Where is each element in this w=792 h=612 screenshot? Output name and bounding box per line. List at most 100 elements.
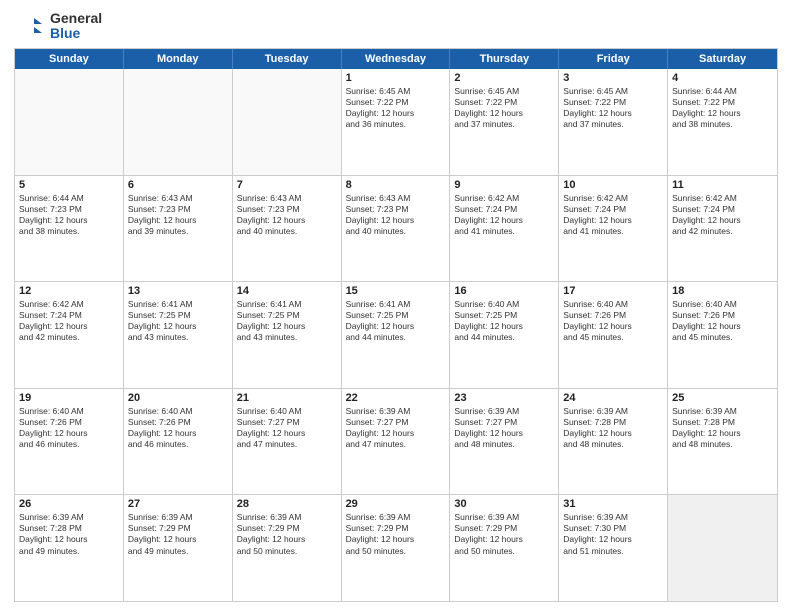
day-number: 24	[563, 392, 663, 404]
calendar-cell: 21 Sunrise: 6:40 AMSunset: 7:27 PMDayligh…	[233, 389, 342, 495]
calendar-cell: 29 Sunrise: 6:39 AMSunset: 7:29 PMDayligh…	[342, 495, 451, 601]
day-number: 4	[672, 72, 773, 84]
cell-info: Sunrise: 6:39 AMSunset: 7:28 PMDaylight:…	[19, 512, 119, 556]
cell-info: Sunrise: 6:39 AMSunset: 7:29 PMDaylight:…	[237, 512, 337, 556]
day-number: 14	[237, 285, 337, 297]
calendar-cell: 22Sunrise: 6:39 AMSunset: 7:27 PMDayligh…	[342, 389, 451, 495]
calendar-week-3: 12Sunrise: 6:42 AMSunset: 7:24 PMDayligh…	[15, 282, 777, 389]
cell-info: Sunrise: 6:41 AMSunset: 7:25 PMDaylight:…	[128, 299, 228, 343]
day-number: 11	[672, 179, 773, 191]
day-number: 18	[672, 285, 773, 297]
calendar-cell: 27Sunrise: 6:39 AMSunset: 7:29 PMDayligh…	[124, 495, 233, 601]
page: General Blue SundayMondayTuesdayWednesda…	[0, 0, 792, 612]
cell-info: Sunrise: 6:39 AMSunset: 7:28 PMDaylight:…	[672, 406, 773, 450]
logo-text: General Blue	[50, 11, 102, 42]
calendar-cell: 5Sunrise: 6:44 AMSunset: 7:23 PMDaylight…	[15, 176, 124, 282]
logo: General Blue	[14, 10, 102, 42]
calendar-week-5: 26 Sunrise: 6:39 AMSunset: 7:28 PMDayligh…	[15, 495, 777, 601]
day-number: 12	[19, 285, 119, 297]
cell-info: Sunrise: 6:39 AMSunset: 7:29 PMDaylight:…	[346, 512, 446, 556]
day-number: 16	[454, 285, 554, 297]
cell-info: Sunrise: 6:45 AMSunset: 7:22 PMDaylight:…	[346, 86, 446, 130]
calendar-week-2: 5Sunrise: 6:44 AMSunset: 7:23 PMDaylight…	[15, 176, 777, 283]
calendar-cell: 25 Sunrise: 6:39 AMSunset: 7:28 PMDayligh…	[668, 389, 777, 495]
cell-info: Sunrise: 6:42 AMSunset: 7:24 PMDaylight:…	[454, 193, 554, 237]
calendar-cell: 11 Sunrise: 6:42 AMSunset: 7:24 PMDayligh…	[668, 176, 777, 282]
cell-info: Sunrise: 6:41 AMSunset: 7:25 PMDaylight:…	[237, 299, 337, 343]
cell-info: Sunrise: 6:39 AMSunset: 7:27 PMDaylight:…	[346, 406, 446, 450]
day-header-wednesday: Wednesday	[342, 49, 451, 69]
cell-info: Sunrise: 6:40 AMSunset: 7:26 PMDaylight:…	[128, 406, 228, 450]
calendar-cell	[668, 495, 777, 601]
cell-info: Sunrise: 6:45 AMSunset: 7:22 PMDaylight:…	[563, 86, 663, 130]
calendar-cell: 28 Sunrise: 6:39 AMSunset: 7:29 PMDayligh…	[233, 495, 342, 601]
calendar-cell: 26 Sunrise: 6:39 AMSunset: 7:28 PMDayligh…	[15, 495, 124, 601]
day-number: 29	[346, 498, 446, 510]
day-header-monday: Monday	[124, 49, 233, 69]
day-number: 25	[672, 392, 773, 404]
day-number: 28	[237, 498, 337, 510]
day-number: 30	[454, 498, 554, 510]
calendar-cell: 24 Sunrise: 6:39 AMSunset: 7:28 PMDayligh…	[559, 389, 668, 495]
day-number: 17	[563, 285, 663, 297]
calendar-cell: 14 Sunrise: 6:41 AMSunset: 7:25 PMDayligh…	[233, 282, 342, 388]
calendar-body: 1 Sunrise: 6:45 AMSunset: 7:22 PMDaylight…	[15, 69, 777, 601]
day-number: 2	[454, 72, 554, 84]
logo-blue: Blue	[50, 26, 102, 41]
day-number: 31	[563, 498, 663, 510]
calendar-cell: 13 Sunrise: 6:41 AMSunset: 7:25 PMDayligh…	[124, 282, 233, 388]
cell-info: Sunrise: 6:40 AMSunset: 7:26 PMDaylight:…	[672, 299, 773, 343]
cell-info: Sunrise: 6:39 AMSunset: 7:28 PMDaylight:…	[563, 406, 663, 450]
logo-bird-icon	[14, 10, 46, 42]
calendar-cell: 2Sunrise: 6:45 AMSunset: 7:22 PMDaylight…	[450, 69, 559, 175]
cell-info: Sunrise: 6:42 AMSunset: 7:24 PMDaylight:…	[563, 193, 663, 237]
calendar-cell: 7Sunrise: 6:43 AMSunset: 7:23 PMDaylight…	[233, 176, 342, 282]
calendar-cell: 20 Sunrise: 6:40 AMSunset: 7:26 PMDayligh…	[124, 389, 233, 495]
cell-info: Sunrise: 6:43 AMSunset: 7:23 PMDaylight:…	[237, 193, 337, 237]
day-number: 8	[346, 179, 446, 191]
day-number: 20	[128, 392, 228, 404]
day-number: 15	[346, 285, 446, 297]
calendar-week-1: 1 Sunrise: 6:45 AMSunset: 7:22 PMDaylight…	[15, 69, 777, 176]
day-number: 3	[563, 72, 663, 84]
calendar-cell: 12Sunrise: 6:42 AMSunset: 7:24 PMDayligh…	[15, 282, 124, 388]
calendar-cell: 16Sunrise: 6:40 AMSunset: 7:25 PMDayligh…	[450, 282, 559, 388]
calendar-cell: 3 Sunrise: 6:45 AMSunset: 7:22 PMDaylight…	[559, 69, 668, 175]
calendar-cell	[124, 69, 233, 175]
calendar-cell: 4 Sunrise: 6:44 AMSunset: 7:22 PMDaylight…	[668, 69, 777, 175]
calendar-cell	[233, 69, 342, 175]
cell-info: Sunrise: 6:43 AMSunset: 7:23 PMDaylight:…	[128, 193, 228, 237]
calendar-cell: 15Sunrise: 6:41 AMSunset: 7:25 PMDayligh…	[342, 282, 451, 388]
day-number: 21	[237, 392, 337, 404]
day-header-friday: Friday	[559, 49, 668, 69]
cell-info: Sunrise: 6:44 AMSunset: 7:22 PMDaylight:…	[672, 86, 773, 130]
day-header-sunday: Sunday	[15, 49, 124, 69]
day-number: 13	[128, 285, 228, 297]
cell-info: Sunrise: 6:39 AMSunset: 7:30 PMDaylight:…	[563, 512, 663, 556]
logo-general: General	[50, 11, 102, 26]
cell-info: Sunrise: 6:40 AMSunset: 7:27 PMDaylight:…	[237, 406, 337, 450]
day-number: 26	[19, 498, 119, 510]
cell-info: Sunrise: 6:42 AMSunset: 7:24 PMDaylight:…	[672, 193, 773, 237]
day-header-saturday: Saturday	[668, 49, 777, 69]
calendar-cell: 6 Sunrise: 6:43 AMSunset: 7:23 PMDaylight…	[124, 176, 233, 282]
calendar-cell: 31 Sunrise: 6:39 AMSunset: 7:30 PMDayligh…	[559, 495, 668, 601]
day-number: 10	[563, 179, 663, 191]
day-number: 23	[454, 392, 554, 404]
cell-info: Sunrise: 6:39 AMSunset: 7:27 PMDaylight:…	[454, 406, 554, 450]
cell-info: Sunrise: 6:40 AMSunset: 7:26 PMDaylight:…	[563, 299, 663, 343]
calendar: SundayMondayTuesdayWednesdayThursdayFrid…	[14, 48, 778, 602]
calendar-week-4: 19Sunrise: 6:40 AMSunset: 7:26 PMDayligh…	[15, 389, 777, 496]
calendar-cell	[15, 69, 124, 175]
day-number: 6	[128, 179, 228, 191]
day-header-tuesday: Tuesday	[233, 49, 342, 69]
cell-info: Sunrise: 6:40 AMSunset: 7:26 PMDaylight:…	[19, 406, 119, 450]
calendar-cell: 17 Sunrise: 6:40 AMSunset: 7:26 PMDayligh…	[559, 282, 668, 388]
header: General Blue	[14, 10, 778, 42]
calendar-cell: 23 Sunrise: 6:39 AMSunset: 7:27 PMDayligh…	[450, 389, 559, 495]
day-number: 5	[19, 179, 119, 191]
day-number: 1	[346, 72, 446, 84]
calendar-cell: 1 Sunrise: 6:45 AMSunset: 7:22 PMDaylight…	[342, 69, 451, 175]
calendar-cell: 8 Sunrise: 6:43 AMSunset: 7:23 PMDaylight…	[342, 176, 451, 282]
cell-info: Sunrise: 6:43 AMSunset: 7:23 PMDaylight:…	[346, 193, 446, 237]
